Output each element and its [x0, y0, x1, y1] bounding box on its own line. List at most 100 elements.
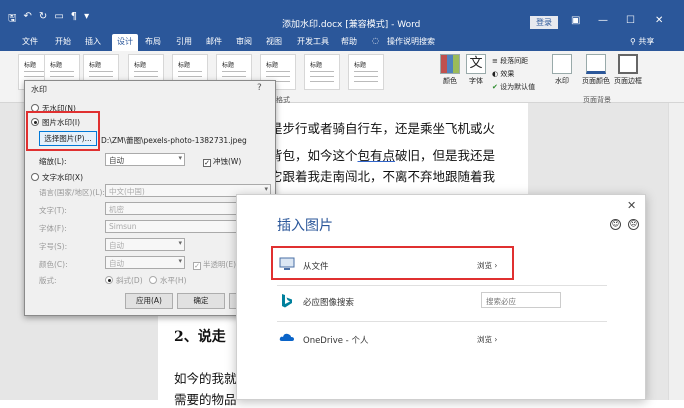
close-button[interactable]: ✕: [655, 15, 663, 26]
style-set-thumb[interactable]: 标题: [348, 54, 384, 90]
tab-insert[interactable]: 插入: [85, 36, 101, 47]
maximize-button[interactable]: ☐: [626, 15, 635, 26]
text-watermark-label: 文字水印(X): [42, 173, 83, 182]
doc-line-1: 是步行或者骑自行车，还是乘坐飞机或火: [270, 121, 496, 136]
tab-help[interactable]: 帮助: [341, 36, 357, 47]
panel-title: 插入图片: [277, 218, 333, 234]
chevron-down-icon: ▾: [264, 185, 268, 193]
doc-underlined-text: 包有点: [357, 148, 396, 163]
smile-icon[interactable]: ☺: [610, 219, 621, 230]
tab-mailings[interactable]: 邮件: [206, 36, 222, 47]
page-color-button[interactable]: 页面颜色: [582, 54, 610, 86]
vertical-scrollbar[interactable]: [668, 103, 684, 400]
scale-label: 缩放(L):: [39, 157, 67, 166]
text-watermark-option[interactable]: 文字水印(X): [31, 172, 83, 183]
set-default-button[interactable]: ✔ 设为默认值: [492, 82, 535, 92]
doc-heading: 2、说走: [174, 329, 226, 345]
font-value: Simsun: [109, 222, 137, 231]
style-thumb-label: 标题: [354, 62, 367, 69]
browse-link[interactable]: 浏览 ›: [477, 334, 497, 345]
help-button[interactable]: ?: [257, 83, 262, 93]
paragraph-spacing-button[interactable]: ≡ 段落间距: [492, 56, 528, 66]
size-value: 自动: [109, 241, 124, 250]
color-select[interactable]: 自动 ▾: [105, 256, 185, 269]
tab-layout[interactable]: 布局: [145, 36, 161, 47]
tab-developer[interactable]: 开发工具: [297, 36, 329, 47]
style-thumb-label: 标题: [24, 62, 37, 69]
undo-icon[interactable]: ↶: [24, 11, 32, 28]
paragraph-mark-icon[interactable]: ¶: [71, 11, 77, 28]
colors-button[interactable]: 颜色: [436, 54, 464, 86]
page-border-icon: [618, 54, 638, 74]
onedrive-row[interactable]: OneDrive - 个人 浏览 ›: [277, 325, 607, 353]
style-thumb-label: 标题: [266, 62, 279, 69]
font-label: 字体(F):: [39, 224, 67, 233]
scale-select[interactable]: 自动 ▾: [105, 153, 185, 166]
doc-line-3: 它跟着我走南闯北，不离不弃地跟随着我: [270, 169, 496, 184]
share-button[interactable]: ⚲ 共享: [630, 36, 654, 47]
frown-icon[interactable]: ☹: [628, 219, 639, 230]
customize-qat-icon[interactable]: ▾: [84, 11, 89, 28]
watermark-label: 水印: [555, 77, 569, 85]
lightbulb-icon[interactable]: ◌: [372, 36, 379, 45]
bing-search-row[interactable]: 必应图像搜索 搜索必应: [277, 287, 607, 315]
page-border-label: 页面边框: [614, 77, 642, 85]
minimize-button[interactable]: —: [598, 15, 608, 26]
tab-design[interactable]: 设计: [112, 34, 138, 51]
insert-picture-panel: ✕ ☺ ☹ 插入图片 从文件 浏览 › 必应图像搜索 搜索必应 OneDrive…: [236, 194, 646, 400]
onedrive-icon: [279, 333, 294, 341]
doc-line-4: 如今的我就: [174, 371, 237, 386]
checkmark-icon: ✔: [492, 83, 501, 91]
horizontal-option[interactable]: 水平(H): [149, 275, 187, 286]
layout-label: 版式:: [39, 276, 57, 285]
divider: [277, 321, 607, 322]
set-default-label: 设为默认值: [500, 83, 536, 91]
diagonal-label: 斜式(D): [116, 276, 143, 285]
text-value: 机密: [109, 205, 124, 214]
dialog-title: 水印: [31, 85, 47, 94]
tab-review[interactable]: 审阅: [236, 36, 252, 47]
highlight-select-picture: [26, 111, 100, 151]
tab-references[interactable]: 引用: [176, 36, 192, 47]
style-thumb-label: 标题: [310, 62, 323, 69]
page-color-icon: [586, 54, 606, 74]
login-button[interactable]: 登录: [530, 16, 558, 29]
doc-line-5: 需要的物品: [174, 392, 237, 407]
scale-value: 自动: [109, 156, 124, 165]
page-color-label: 页面颜色: [582, 77, 610, 85]
colors-label: 颜色: [443, 77, 457, 85]
tell-me-search[interactable]: 操作说明搜索: [387, 36, 435, 47]
tab-file[interactable]: 文件: [22, 36, 38, 47]
close-icon[interactable]: ✕: [627, 199, 636, 212]
page-border-button[interactable]: 页面边框: [614, 54, 642, 86]
semitransparent-checkbox[interactable]: ✓ 半透明(E): [193, 259, 236, 270]
style-set-thumb[interactable]: 标题: [304, 54, 340, 90]
style-thumb-label: 标题: [89, 62, 102, 69]
save-icon[interactable]: 🖫: [8, 11, 17, 28]
diagonal-option[interactable]: 斜式(D): [105, 275, 143, 286]
effects-button[interactable]: ◐ 效果: [492, 69, 514, 79]
style-thumb-label: 标题: [50, 62, 63, 69]
size-select[interactable]: 自动 ▾: [105, 238, 185, 251]
ribbon-display-icon[interactable]: ▣: [571, 15, 580, 26]
washout-checkbox[interactable]: ✓ 冲蚀(W): [203, 156, 241, 167]
color-label: 颜色(C):: [39, 260, 68, 269]
tab-view[interactable]: 视图: [266, 36, 282, 47]
apply-button[interactable]: 应用(A): [125, 293, 173, 309]
fonts-label: 字体: [469, 77, 483, 85]
para-spacing-label: 段落间距: [500, 57, 529, 65]
doc-icon[interactable]: ▭: [54, 11, 63, 28]
checkbox-checked-icon: ✓: [193, 262, 201, 270]
effects-label: 效果: [500, 70, 515, 78]
ok-button[interactable]: 确定: [177, 293, 225, 309]
picture-path: D:\ZM\蕾图\pexels-photo-1382731.jpeg: [101, 136, 247, 145]
radio-selected-icon: [105, 276, 113, 284]
watermark-button[interactable]: 水印: [548, 54, 576, 86]
tab-home[interactable]: 开始: [55, 36, 71, 47]
size-label: 字号(S):: [39, 242, 68, 251]
ribbon-tabs: 文件 开始 插入 设计 布局 引用 邮件 审阅 视图 开发工具 帮助 ◌ 操作说…: [0, 33, 684, 51]
fonts-button[interactable]: 文字体: [462, 54, 490, 86]
bing-search-input[interactable]: 搜索必应: [481, 292, 561, 308]
redo-icon[interactable]: ↻: [39, 11, 47, 28]
window-title: 添加水印.docx [兼容模式] - Word: [282, 20, 421, 30]
